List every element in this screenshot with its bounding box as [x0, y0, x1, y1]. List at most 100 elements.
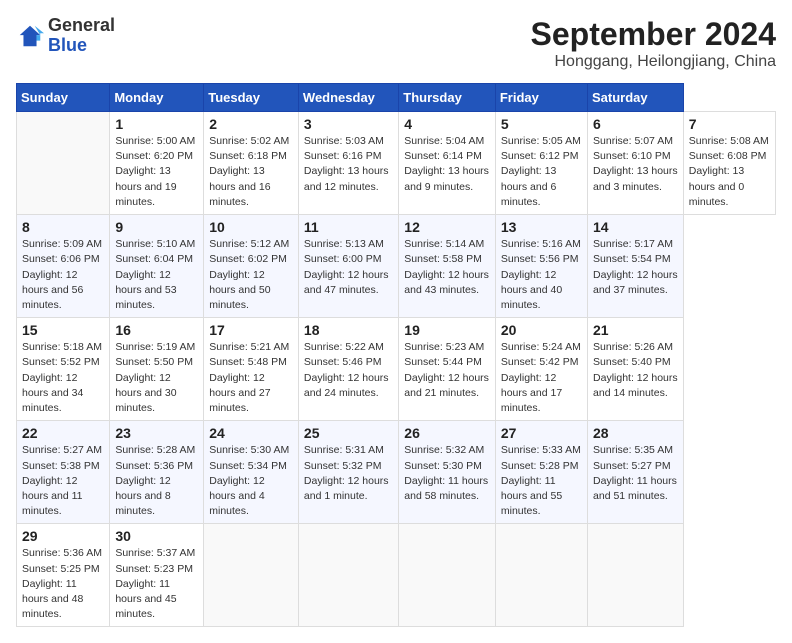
day-number: 27 [501, 425, 582, 441]
day-number: 12 [404, 219, 490, 235]
calendar-cell: 1 Sunrise: 5:00 AMSunset: 6:20 PMDaylight… [110, 112, 204, 215]
day-number: 6 [593, 116, 678, 132]
calendar-week-row: 22 Sunrise: 5:27 AMSunset: 5:38 PMDayligh… [17, 421, 776, 524]
day-number: 25 [304, 425, 393, 441]
day-number: 10 [209, 219, 293, 235]
day-info: Sunrise: 5:05 AMSunset: 6:12 PMDaylight:… [501, 134, 582, 210]
weekday-header: Friday [495, 84, 587, 112]
calendar-week-row: 15Sunrise: 5:18 AMSunset: 5:52 PMDayligh… [17, 318, 776, 421]
calendar-cell: 18 Sunrise: 5:22 AMSunset: 5:46 PMDayligh… [298, 318, 398, 421]
weekday-header: Saturday [588, 84, 684, 112]
calendar-table: SundayMondayTuesdayWednesdayThursdayFrid… [16, 83, 776, 627]
day-number: 24 [209, 425, 293, 441]
day-info: Sunrise: 5:03 AMSunset: 6:16 PMDaylight:… [304, 134, 393, 195]
logo: General Blue [16, 16, 115, 56]
day-number: 19 [404, 322, 490, 338]
calendar-cell: 3 Sunrise: 5:03 AMSunset: 6:16 PMDaylight… [298, 112, 398, 215]
calendar-cell: 10 Sunrise: 5:12 AMSunset: 6:02 PMDayligh… [204, 215, 299, 318]
day-number: 14 [593, 219, 678, 235]
weekday-header: Monday [110, 84, 204, 112]
day-info: Sunrise: 5:23 AMSunset: 5:44 PMDaylight:… [404, 340, 490, 401]
day-number: 18 [304, 322, 393, 338]
day-info: Sunrise: 5:18 AMSunset: 5:52 PMDaylight:… [22, 340, 104, 416]
day-info: Sunrise: 5:37 AMSunset: 5:23 PMDaylight:… [115, 546, 198, 622]
logo-general: General [48, 15, 115, 35]
calendar-cell: 17Sunrise: 5:21 AMSunset: 5:48 PMDayligh… [204, 318, 299, 421]
day-info: Sunrise: 5:35 AMSunset: 5:27 PMDaylight:… [593, 443, 678, 504]
day-info: Sunrise: 5:14 AMSunset: 5:58 PMDaylight:… [404, 237, 490, 298]
day-number: 2 [209, 116, 293, 132]
day-number: 9 [115, 219, 198, 235]
weekday-header: Wednesday [298, 84, 398, 112]
day-info: Sunrise: 5:33 AMSunset: 5:28 PMDaylight:… [501, 443, 582, 519]
day-info: Sunrise: 5:04 AMSunset: 6:14 PMDaylight:… [404, 134, 490, 195]
calendar-cell: 11 Sunrise: 5:13 AMSunset: 6:00 PMDayligh… [298, 215, 398, 318]
logo-blue: Blue [48, 35, 87, 55]
logo-text: General Blue [48, 16, 115, 56]
calendar-cell: 8Sunrise: 5:09 AMSunset: 6:06 PMDaylight… [17, 215, 110, 318]
day-info: Sunrise: 5:30 AMSunset: 5:34 PMDaylight:… [209, 443, 293, 519]
day-info: Sunrise: 5:08 AMSunset: 6:08 PMDaylight:… [689, 134, 770, 210]
day-info: Sunrise: 5:17 AMSunset: 5:54 PMDaylight:… [593, 237, 678, 298]
day-number: 11 [304, 219, 393, 235]
day-info: Sunrise: 5:10 AMSunset: 6:04 PMDaylight:… [115, 237, 198, 313]
day-info: Sunrise: 5:36 AMSunset: 5:25 PMDaylight:… [22, 546, 104, 622]
calendar-cell: 5 Sunrise: 5:05 AMSunset: 6:12 PMDaylight… [495, 112, 587, 215]
page-header: General Blue September 2024 Honggang, He… [16, 16, 776, 71]
day-info: Sunrise: 5:19 AMSunset: 5:50 PMDaylight:… [115, 340, 198, 416]
day-info: Sunrise: 5:13 AMSunset: 6:00 PMDaylight:… [304, 237, 393, 298]
day-number: 7 [689, 116, 770, 132]
calendar-cell: 20 Sunrise: 5:24 AMSunset: 5:42 PMDayligh… [495, 318, 587, 421]
day-info: Sunrise: 5:26 AMSunset: 5:40 PMDaylight:… [593, 340, 678, 401]
day-info: Sunrise: 5:07 AMSunset: 6:10 PMDaylight:… [593, 134, 678, 195]
day-number: 5 [501, 116, 582, 132]
calendar-cell: 28 Sunrise: 5:35 AMSunset: 5:27 PMDayligh… [588, 421, 684, 524]
calendar-cell [17, 112, 110, 215]
day-info: Sunrise: 5:00 AMSunset: 6:20 PMDaylight:… [115, 134, 198, 210]
calendar-cell: 4 Sunrise: 5:04 AMSunset: 6:14 PMDaylight… [399, 112, 496, 215]
calendar-cell: 2Sunrise: 5:02 AMSunset: 6:18 PMDaylight… [204, 112, 299, 215]
calendar-cell: 22 Sunrise: 5:27 AMSunset: 5:38 PMDayligh… [17, 421, 110, 524]
title-area: September 2024 Honggang, Heilongjiang, C… [531, 16, 776, 71]
calendar-cell: 12 Sunrise: 5:14 AMSunset: 5:58 PMDayligh… [399, 215, 496, 318]
day-number: 26 [404, 425, 490, 441]
calendar-cell: 13Sunrise: 5:16 AMSunset: 5:56 PMDayligh… [495, 215, 587, 318]
day-number: 20 [501, 322, 582, 338]
calendar-week-row: 1 Sunrise: 5:00 AMSunset: 6:20 PMDaylight… [17, 112, 776, 215]
day-number: 30 [115, 528, 198, 544]
day-info: Sunrise: 5:12 AMSunset: 6:02 PMDaylight:… [209, 237, 293, 313]
day-info: Sunrise: 5:28 AMSunset: 5:36 PMDaylight:… [115, 443, 198, 519]
calendar-cell: 14 Sunrise: 5:17 AMSunset: 5:54 PMDayligh… [588, 215, 684, 318]
day-number: 22 [22, 425, 104, 441]
month-title: September 2024 [531, 16, 776, 53]
day-number: 4 [404, 116, 490, 132]
day-number: 17 [209, 322, 293, 338]
day-info: Sunrise: 5:22 AMSunset: 5:46 PMDaylight:… [304, 340, 393, 401]
calendar-cell: 27 Sunrise: 5:33 AMSunset: 5:28 PMDayligh… [495, 421, 587, 524]
day-number: 21 [593, 322, 678, 338]
calendar-cell: 15Sunrise: 5:18 AMSunset: 5:52 PMDayligh… [17, 318, 110, 421]
day-info: Sunrise: 5:27 AMSunset: 5:38 PMDaylight:… [22, 443, 104, 519]
day-number: 8 [22, 219, 104, 235]
calendar-cell: 26 Sunrise: 5:32 AMSunset: 5:30 PMDayligh… [399, 421, 496, 524]
logo-icon [16, 22, 44, 50]
calendar-cell: 21 Sunrise: 5:26 AMSunset: 5:40 PMDayligh… [588, 318, 684, 421]
calendar-cell: 23 Sunrise: 5:28 AMSunset: 5:36 PMDayligh… [110, 421, 204, 524]
day-number: 3 [304, 116, 393, 132]
calendar-cell: 24 Sunrise: 5:30 AMSunset: 5:34 PMDayligh… [204, 421, 299, 524]
day-info: Sunrise: 5:32 AMSunset: 5:30 PMDaylight:… [404, 443, 490, 504]
calendar-cell: 9 Sunrise: 5:10 AMSunset: 6:04 PMDaylight… [110, 215, 204, 318]
day-number: 23 [115, 425, 198, 441]
weekday-header: Sunday [17, 84, 110, 112]
day-number: 28 [593, 425, 678, 441]
calendar-cell: 19 Sunrise: 5:23 AMSunset: 5:44 PMDayligh… [399, 318, 496, 421]
day-info: Sunrise: 5:31 AMSunset: 5:32 PMDaylight:… [304, 443, 393, 504]
day-number: 1 [115, 116, 198, 132]
calendar-header-row: SundayMondayTuesdayWednesdayThursdayFrid… [17, 84, 776, 112]
location-subtitle: Honggang, Heilongjiang, China [531, 53, 776, 71]
day-info: Sunrise: 5:24 AMSunset: 5:42 PMDaylight:… [501, 340, 582, 416]
day-number: 13 [501, 219, 582, 235]
calendar-week-row: 8Sunrise: 5:09 AMSunset: 6:06 PMDaylight… [17, 215, 776, 318]
calendar-cell: 6 Sunrise: 5:07 AMSunset: 6:10 PMDaylight… [588, 112, 684, 215]
calendar-cell: 7 Sunrise: 5:08 AMSunset: 6:08 PMDaylight… [683, 112, 775, 215]
